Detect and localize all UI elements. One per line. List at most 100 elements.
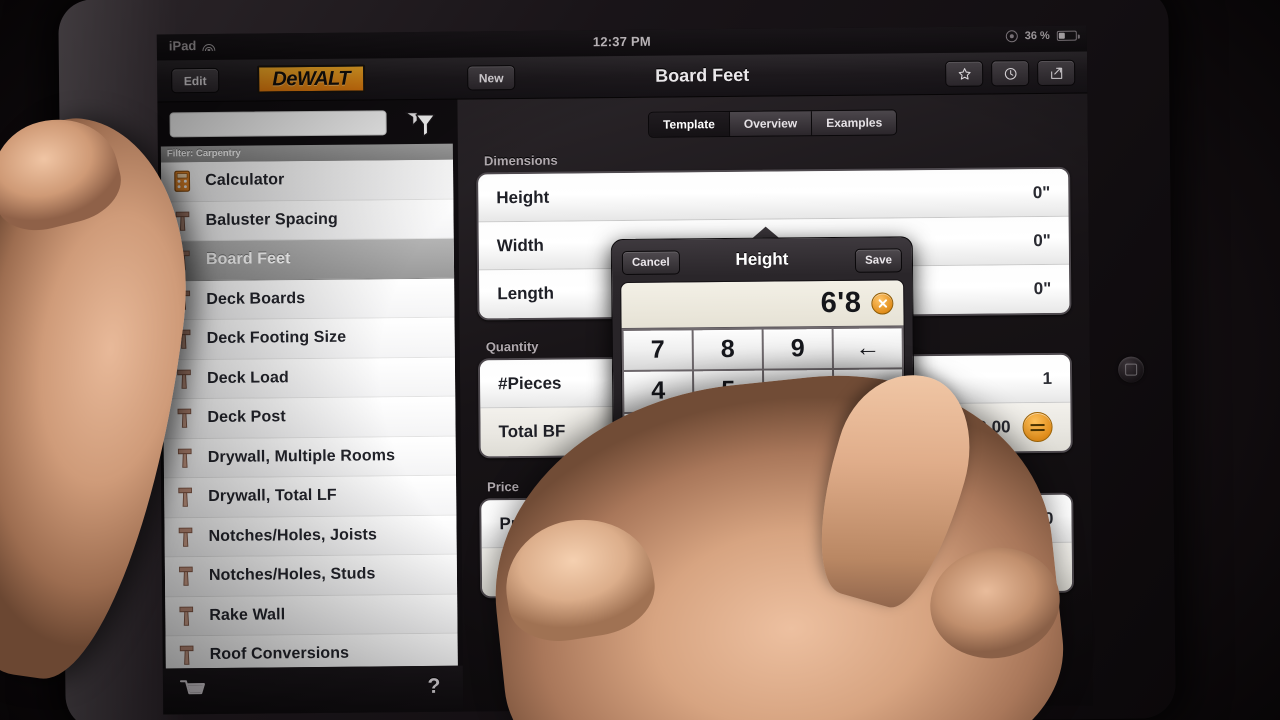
sidebar-item-deck-post[interactable]: Deck Post (163, 396, 456, 439)
hammer-icon (174, 445, 196, 471)
key-blank-2[interactable] (834, 452, 904, 492)
key-3[interactable]: 3 (764, 411, 833, 452)
sidebar-item-drywall-total-lf[interactable]: Drywall, Total LF (164, 475, 457, 518)
filter-button[interactable] (400, 108, 438, 138)
hammer-icon (174, 484, 196, 510)
field-value-group: 1 (1043, 368, 1053, 388)
sidebar-item-label: Drywall, Multiple Rooms (207, 446, 396, 466)
sidebar-bottom-toolbar: ? (162, 665, 464, 715)
field-label: Width (496, 235, 544, 255)
key-7[interactable]: 7 (623, 330, 692, 371)
sidebar-item-label: Deck Footing Size (206, 328, 347, 348)
tab-bar[interactable]: Template Overview Examples (647, 109, 898, 138)
hammer-icon (173, 366, 195, 392)
sidebar-item-drywall-multiple-rooms[interactable]: Drywall, Multiple Rooms (163, 436, 457, 479)
favorite-star-button[interactable] (945, 60, 984, 87)
hammer-icon (173, 405, 195, 431)
shopping-cart-button[interactable] (179, 678, 207, 702)
save-button[interactable]: Save (854, 248, 903, 273)
home-button-square-icon (1125, 363, 1138, 376)
hammer-icon (176, 250, 190, 271)
sidebar-item-notches-holes-joists[interactable]: Notches/Holes, Joists (164, 515, 457, 558)
hammer-icon (174, 524, 196, 550)
hammer-icon (172, 287, 194, 313)
key-9[interactable]: 9 (763, 329, 832, 369)
key-inch[interactable]: inch (764, 452, 834, 493)
keypad-grid[interactable]: 7 8 9 ← 4 5 6 ' 1 2 3 0. inch (621, 326, 906, 497)
key-feet[interactable]: ' (834, 369, 903, 410)
key-2[interactable]: 2 (694, 412, 763, 453)
sidebar-item-deck-boards[interactable]: Deck Boards (162, 278, 455, 321)
field-label: Total BF (498, 421, 566, 442)
sidebar-item-rake-wall[interactable]: Rake Wall (165, 594, 458, 637)
help-button[interactable]: ? (423, 674, 445, 700)
key-5[interactable]: 5 (694, 370, 763, 411)
sidebar-item-baluster-spacing[interactable]: Baluster Spacing (161, 199, 454, 242)
toolbar-icon-group (945, 59, 1076, 87)
tab-overview[interactable]: Overview (729, 111, 813, 136)
key-decimal[interactable]: . (694, 453, 764, 494)
hammer-icon (175, 603, 197, 629)
hammer-icon (176, 642, 198, 668)
history-clock-icon (1004, 67, 1017, 80)
section-title-dimensions: Dimensions (483, 152, 558, 169)
sidebar-item-label: Deck Post (207, 408, 286, 427)
sidebar-item-board-feet[interactable]: Board Feet (161, 238, 455, 281)
hammer-icon (176, 290, 191, 310)
key-1[interactable]: 1 (624, 412, 693, 453)
favorite-star-icon (958, 67, 971, 80)
equals-button[interactable] (1023, 551, 1055, 583)
hammer-icon (179, 606, 194, 626)
calculator-icon (174, 170, 191, 193)
sidebar-item-notches-holes-studs[interactable]: Notches/Holes, Studs (164, 554, 458, 597)
key-4[interactable]: 4 (624, 371, 693, 412)
keypad-popover[interactable]: Cancel Height Save 6'8 7 8 9 ← 4 5 6 ' 1 2 3 0. inch (610, 226, 916, 508)
hammer-icon (178, 487, 192, 508)
hammer-icon (177, 369, 191, 389)
field-value-group: 0.00 (978, 551, 1055, 583)
field-row-total-price[interactable]: Total Price 0.00 (481, 542, 1073, 597)
equals-button[interactable] (1022, 411, 1053, 443)
page-title: Board Feet (655, 64, 750, 86)
field-value: 0" (1032, 182, 1051, 202)
field-value-group: 0" (1033, 230, 1051, 250)
field-value: 0.00 (977, 417, 1011, 437)
rotation-lock-icon (1005, 30, 1018, 43)
field-value: 0" (1033, 230, 1051, 250)
field-row-height[interactable]: Height 0" (478, 168, 1069, 223)
key-6[interactable]: 6 (764, 370, 833, 411)
battery-icon (1056, 30, 1077, 41)
search-input[interactable] (169, 110, 387, 138)
edit-button[interactable]: Edit (171, 67, 220, 94)
sidebar-item-label: Calculator (205, 171, 285, 190)
hammer-icon (177, 408, 192, 429)
hammer-icon (179, 566, 193, 587)
sidebar-list[interactable]: Calculator Baluster Spacing Board Feet Deck… (160, 159, 458, 669)
key-backspace[interactable]: ← (833, 328, 902, 369)
sidebar-item-deck-load[interactable]: Deck Load (162, 357, 456, 400)
home-button[interactable] (1118, 356, 1145, 383)
field-value: 0.00 (1020, 508, 1054, 528)
sidebar-item-label: Rake Wall (209, 606, 286, 624)
field-value: 0.00 (978, 557, 1012, 577)
sidebar-item-calculator[interactable]: Calculator (160, 159, 454, 202)
tab-examples[interactable]: Examples (812, 110, 897, 136)
hammer-icon (171, 208, 193, 234)
hammer-icon (176, 329, 191, 350)
field-value: 0" (1033, 278, 1052, 299)
clear-circle-icon[interactable] (871, 291, 894, 315)
sidebar-item-deck-footing-size[interactable]: Deck Footing Size (162, 317, 455, 360)
share-button[interactable] (1037, 59, 1076, 87)
share-icon (1050, 67, 1062, 79)
keypad-display-value: 6'8 (820, 286, 862, 320)
shopping-cart-icon (179, 680, 205, 695)
tab-template[interactable]: Template (648, 111, 730, 137)
key-blank[interactable] (834, 410, 903, 451)
sidebar-item-roof-conversions[interactable]: Roof Conversions (165, 633, 458, 669)
history-clock-button[interactable] (991, 60, 1030, 87)
keypad-display: 6'8 (621, 280, 904, 330)
field-value-group: 0.00 (1020, 508, 1053, 528)
key-8[interactable]: 8 (693, 329, 762, 370)
hammer-icon (173, 326, 195, 352)
key-0[interactable]: 0 (624, 454, 694, 495)
